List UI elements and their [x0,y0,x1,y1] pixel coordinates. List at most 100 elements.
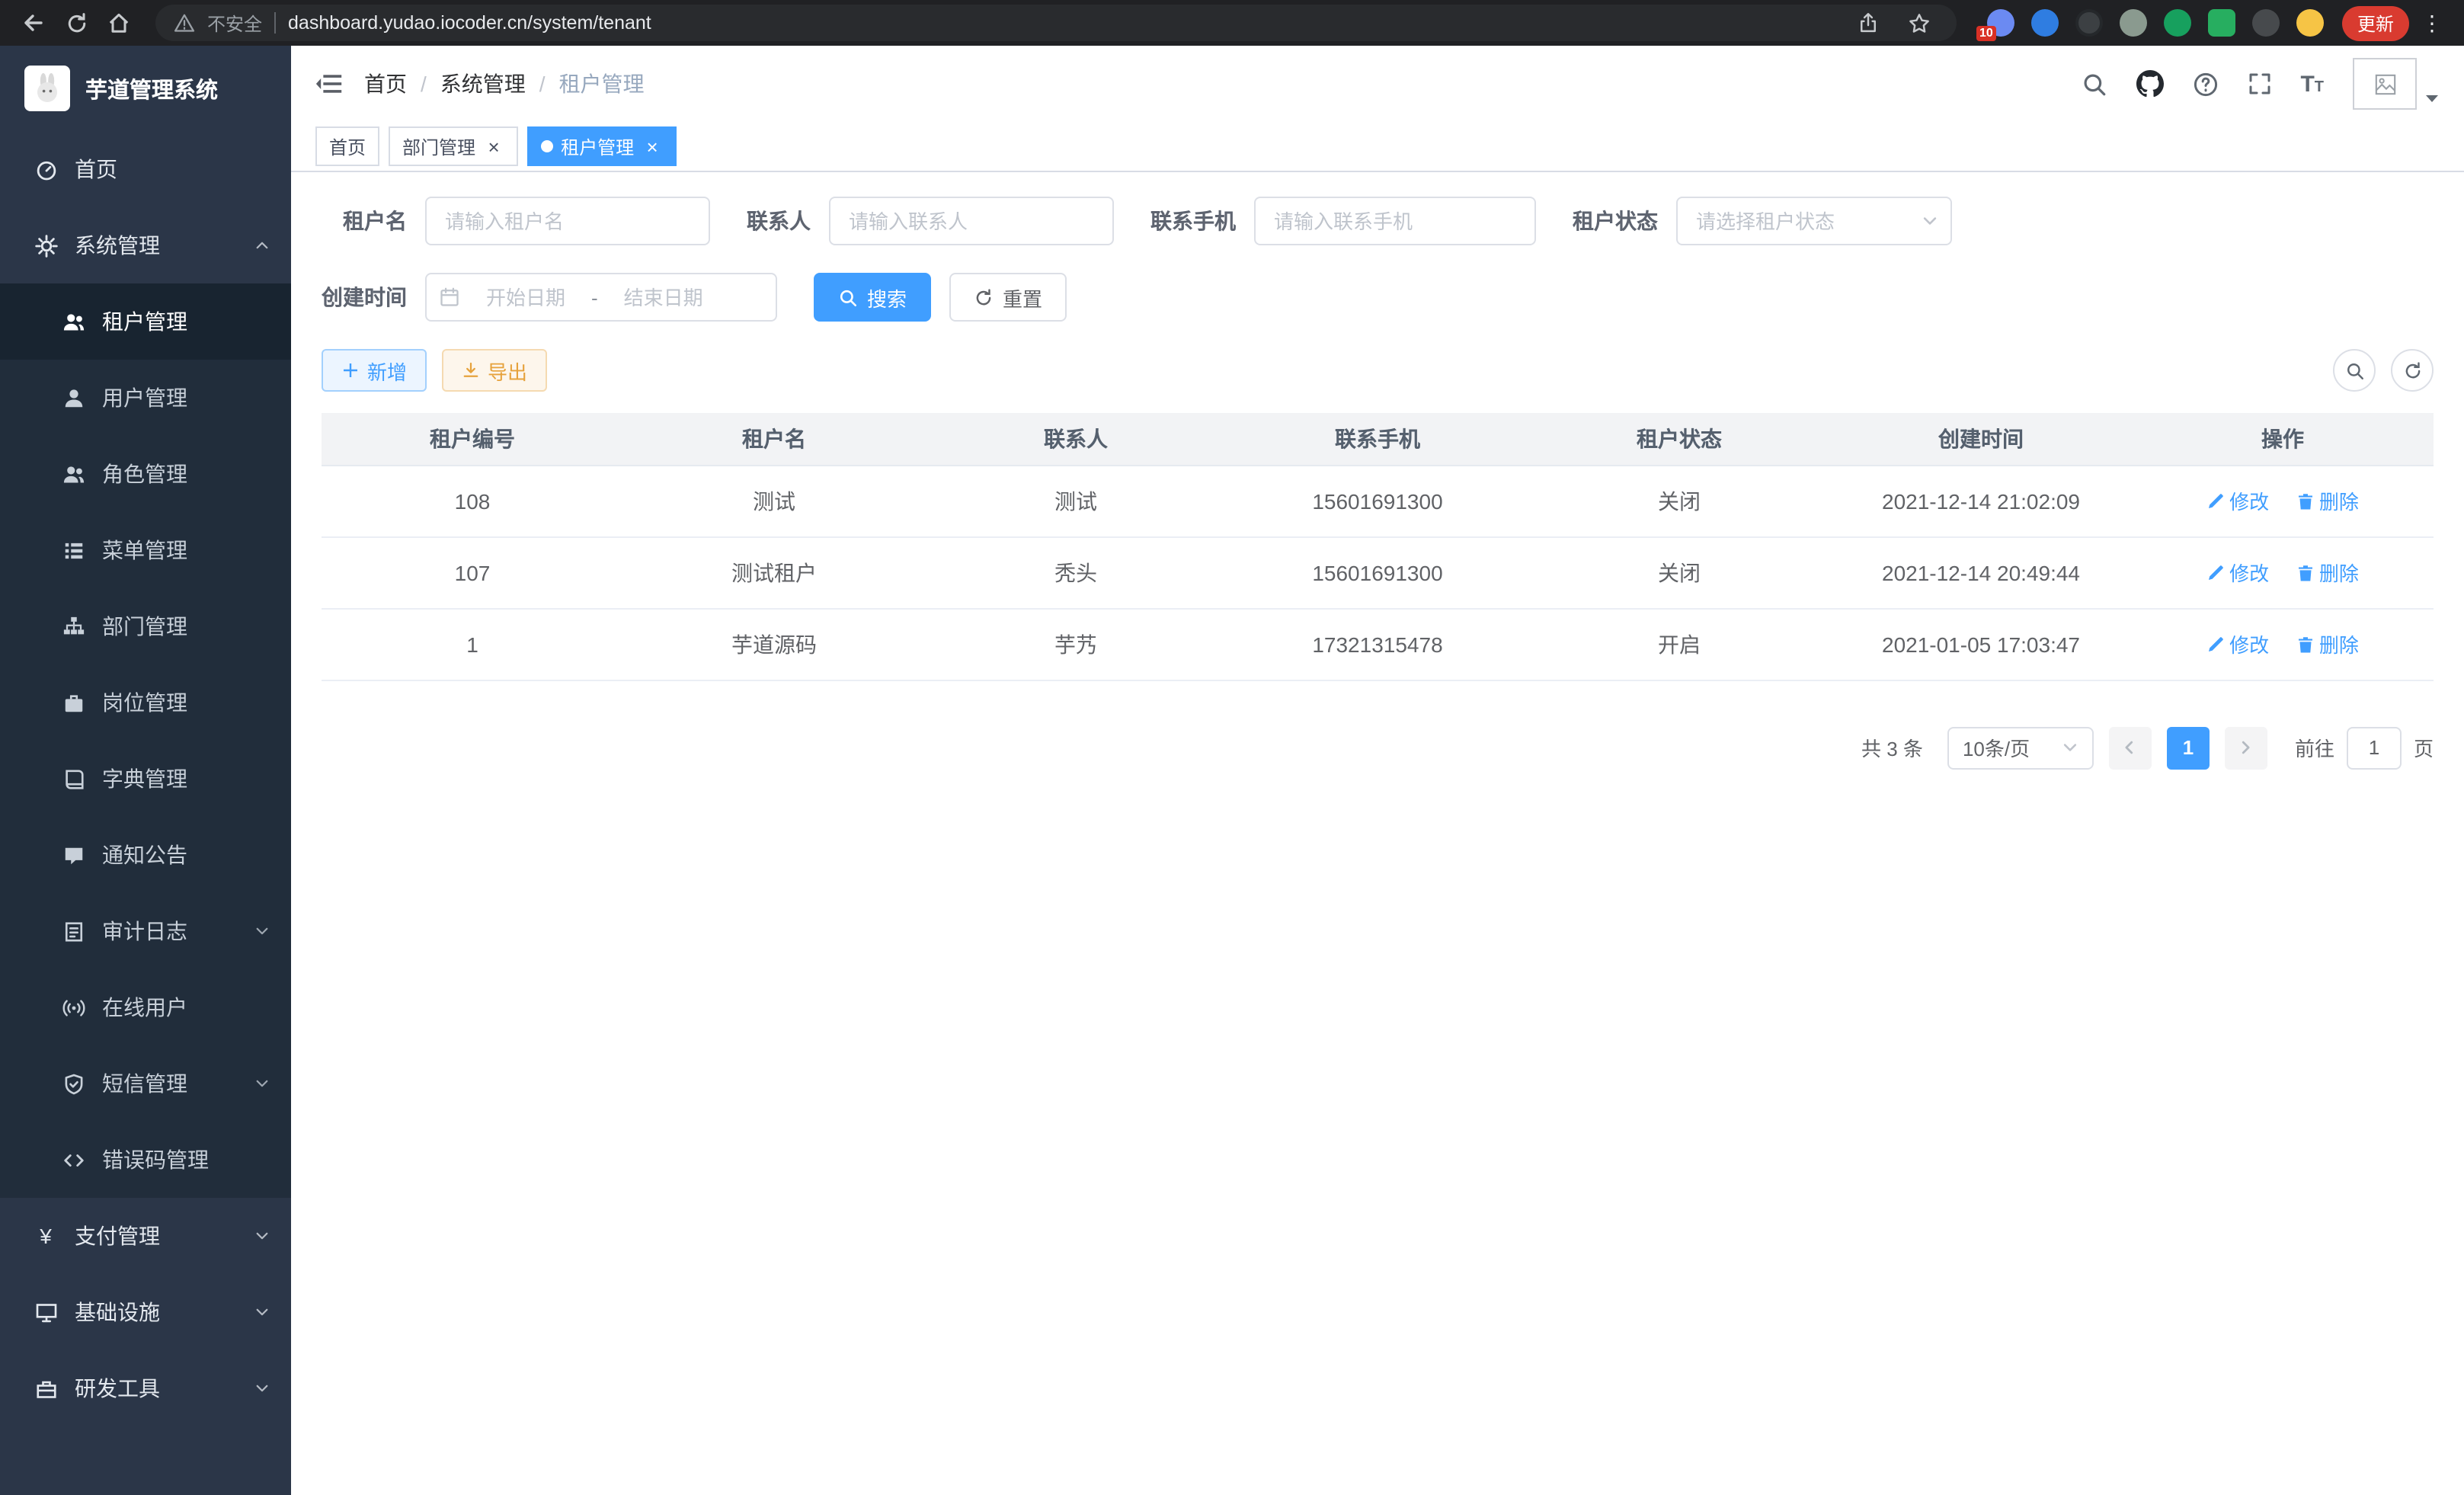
chevron-down-icon [254,1076,270,1091]
sidebar-item-audit-log[interactable]: 审计日志 [0,893,291,969]
sidebar-item-post[interactable]: 岗位管理 [0,664,291,741]
sidebar-item-online-user[interactable]: 在线用户 [0,969,291,1045]
end-date-input[interactable] [604,286,723,309]
home-icon[interactable] [101,5,137,41]
contact-input[interactable] [829,197,1114,245]
user-menu[interactable] [2353,58,2440,110]
start-date-input[interactable] [466,286,585,309]
refresh-button[interactable] [2391,349,2434,392]
add-button[interactable]: 新增 [322,349,427,392]
book-icon [61,767,85,791]
extension-icon-2[interactable] [2031,9,2059,37]
briefcase-icon [61,690,85,715]
org-tree-icon [61,614,85,639]
extension-icon-1[interactable]: 10 [1987,9,2014,37]
sidebar-item-dict[interactable]: 字典管理 [0,741,291,817]
logo[interactable]: 芋道管理系统 [0,46,291,131]
toggle-search-button[interactable] [2333,349,2376,392]
status-text: 关闭 [1528,465,1830,536]
col-contact: 联系人 [925,413,1227,465]
edit-link[interactable]: 修改 [2206,558,2269,587]
goto-page-input[interactable] [2347,726,2402,769]
breadcrumb-separator: / [539,72,546,96]
share-icon[interactable] [1850,5,1886,41]
delete-link[interactable]: 删除 [2296,629,2359,658]
gear-icon [34,233,58,258]
sidebar-item-tenant[interactable]: 租户管理 [0,283,291,360]
sidebar-item-dev-tools[interactable]: 研发工具 [0,1350,291,1426]
header-search-icon[interactable] [2081,71,2107,97]
sidebar-item-sms[interactable]: 短信管理 [0,1045,291,1122]
url-text[interactable]: dashboard.yudao.iocoder.cn/system/tenant [288,12,1838,34]
breadcrumb-home[interactable]: 首页 [364,69,407,99]
extension-icon-5[interactable] [2164,9,2191,37]
prev-page-button[interactable] [2109,726,2152,769]
chevron-down-icon [254,1305,270,1320]
table-header-row: 租户编号 租户名 联系人 联系手机 租户状态 创建时间 操作 [322,413,2434,465]
extension-icon-3[interactable] [2075,9,2103,37]
fullscreen-icon[interactable] [2247,72,2271,96]
reload-icon[interactable] [58,5,94,41]
page-number-1[interactable]: 1 [2167,726,2210,769]
table-toolbar: 新增 导出 [322,349,2434,392]
update-button[interactable]: 更新 [2342,5,2409,40]
users-icon [61,309,85,334]
tab-home[interactable]: 首页 [315,126,379,166]
close-icon[interactable]: × [483,136,504,157]
delete-link[interactable]: 删除 [2296,558,2359,587]
address-bar[interactable]: 不安全 dashboard.yudao.iocoder.cn/system/te… [155,5,1957,41]
chevron-up-icon [254,238,270,253]
export-button[interactable]: 导出 [442,349,547,392]
help-icon[interactable] [2192,71,2218,97]
page-content: 租户名 联系人 联系手机 租户状态 [291,172,2464,1495]
sidebar-item-menu[interactable]: 菜单管理 [0,512,291,588]
next-page-button[interactable] [2225,726,2267,769]
extension-icon-4[interactable] [2120,9,2147,37]
back-icon[interactable] [15,5,52,41]
tab-dept[interactable]: 部门管理 × [389,126,518,166]
sidebar-item-error-code[interactable]: 错误码管理 [0,1122,291,1198]
delete-link[interactable]: 删除 [2296,486,2359,515]
sidebar-item-role[interactable]: 角色管理 [0,436,291,512]
tenant-table: 租户编号 租户名 联系人 联系手机 租户状态 创建时间 操作 108 测试 [322,413,2434,680]
phone-label: 联系手机 [1150,206,1236,236]
phone-input[interactable] [1254,197,1536,245]
page-size-select[interactable]: 10条/页 [1947,726,2094,769]
contact-label: 联系人 [747,206,811,236]
browser-chrome: 不安全 dashboard.yudao.iocoder.cn/system/te… [0,0,2464,46]
security-label[interactable]: 不安全 [207,10,262,36]
create-time-label: 创建时间 [322,282,407,312]
font-size-icon[interactable]: TT [2300,72,2324,95]
edit-link[interactable]: 修改 [2206,629,2269,658]
browser-menu-icon[interactable]: ⋮ [2415,10,2449,36]
profile-avatar-icon[interactable] [2296,9,2324,37]
date-range-picker[interactable]: - [425,273,777,322]
chevron-down-icon [254,1381,270,1396]
tab-tenant[interactable]: 租户管理 × [527,126,677,166]
breadcrumb-system[interactable]: 系统管理 [440,69,526,99]
search-button[interactable]: 搜索 [814,273,931,322]
sidebar-item-infra[interactable]: 基础设施 [0,1274,291,1350]
screen: 不安全 dashboard.yudao.iocoder.cn/system/te… [0,0,2464,1495]
col-actions: 操作 [2132,413,2434,465]
github-icon[interactable] [2136,70,2163,98]
status-select[interactable] [1676,197,1952,245]
close-icon[interactable]: × [642,136,663,157]
sidebar-item-payment[interactable]: ¥ 支付管理 [0,1198,291,1274]
sidebar-item-system[interactable]: 系统管理 [0,207,291,283]
sidebar-item-home[interactable]: 首页 [0,131,291,207]
sidebar-toggle-icon[interactable] [315,70,343,98]
code-icon [61,1148,85,1172]
puzzle-icon[interactable] [2252,9,2280,37]
extension-icon-6[interactable] [2208,9,2235,37]
sidebar-item-user[interactable]: 用户管理 [0,360,291,436]
edit-link[interactable]: 修改 [2206,486,2269,515]
sidebar-item-dept[interactable]: 部门管理 [0,588,291,664]
sidebar: 芋道管理系统 首页 系统管理 [0,46,291,1495]
tenant-name-input[interactable] [425,197,710,245]
sidebar-item-notice[interactable]: 通知公告 [0,817,291,893]
status-select-input[interactable] [1676,197,1952,245]
reset-button[interactable]: 重置 [949,273,1067,322]
pagination: 共 3 条 10条/页 1 前往 页 [322,726,2434,769]
bookmark-star-icon[interactable] [1902,5,1938,41]
